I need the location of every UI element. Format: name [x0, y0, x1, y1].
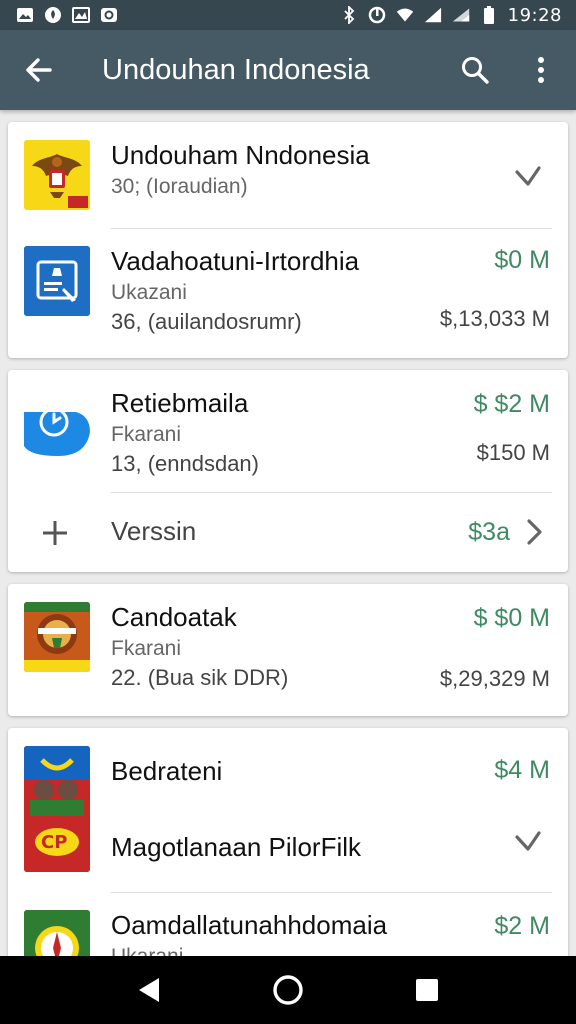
chevron-right-icon[interactable] — [512, 159, 544, 191]
chevron-right-icon[interactable] — [512, 824, 544, 856]
wifi-icon — [396, 7, 414, 23]
status-right-icons: 19:28 — [340, 5, 562, 26]
card-4: CP Bedrateni $4 M Magotlanaan PilorFilk — [8, 728, 568, 956]
chevron-right-icon[interactable] — [518, 516, 550, 548]
compass-icon — [24, 910, 90, 956]
list-item[interactable]: Verssin $3a — [8, 492, 568, 572]
nav-home-icon — [273, 975, 303, 1005]
clock-time: 19:28 — [507, 4, 562, 26]
price-bottom: $,29,329 M — [439, 666, 550, 691]
item-sub: Fkarani — [111, 637, 182, 660]
app-icon — [100, 7, 118, 23]
card-3: Candoatak Fkarani 22. (Bua sik DDR) $ $0… — [8, 584, 568, 716]
app-list[interactable]: Undouham Nndonesia 30; (Ioraudian) Vadah… — [0, 110, 576, 956]
price-top: $4 M — [494, 756, 550, 784]
signal-data-icon — [452, 7, 470, 23]
price-top: $ $2 M — [473, 390, 550, 418]
price-bottom: $150 M — [476, 440, 550, 465]
list-item[interactable]: Retiebmaila Fkarani 13, (enndsdan) $ $2 … — [8, 370, 568, 492]
app-bar: Undouhan Indonesia — [0, 30, 576, 110]
list-item[interactable]: Candoatak Fkarani 22. (Bua sik DDR) $ $0… — [8, 584, 568, 716]
item-name: Magotlanaan PilorFilk — [111, 832, 362, 862]
nav-home-button[interactable] — [258, 960, 318, 1020]
page-title: Undouhan Indonesia — [102, 53, 370, 86]
arrow-left-icon — [26, 58, 52, 82]
movie-poster-icon: CP — [24, 746, 90, 872]
back-button[interactable] — [0, 30, 76, 110]
card-1: Undouham Nndonesia 30; (Ioraudian) Vadah… — [8, 122, 568, 358]
nav-recents-button[interactable] — [397, 960, 457, 1020]
item-name: Bedrateni — [111, 756, 223, 786]
clock-icon — [24, 388, 90, 458]
garuda-emblem-icon — [24, 140, 90, 210]
status-left-icons — [16, 7, 118, 23]
list-item[interactable]: CP Bedrateni $4 M Magotlanaan PilorFilk — [8, 728, 568, 888]
overflow-menu-button[interactable] — [508, 30, 574, 110]
item-name: Undouham Nndonesia — [111, 140, 370, 170]
price-top: $2 M — [494, 912, 550, 940]
list-item[interactable]: Vadahoatuni-Irtordhia Ukazani 36, (auila… — [8, 228, 568, 358]
navigation-bar — [0, 956, 576, 1024]
price-bottom: $,13,033 M — [439, 306, 550, 331]
price-top: $0 M — [494, 246, 550, 274]
item-name: Oamdallatunahhdomaia — [111, 910, 388, 940]
notification-icon — [44, 7, 62, 23]
item-sub: 30; (Ioraudian) — [111, 175, 248, 198]
gallery-icon — [16, 7, 34, 23]
nav-recents-icon — [415, 979, 438, 1001]
document-edit-icon — [24, 246, 90, 316]
card-2: Retiebmaila Fkarani 13, (enndsdan) $ $2 … — [8, 370, 568, 572]
food-poster-icon — [24, 602, 90, 672]
signal-icon — [424, 7, 442, 23]
svg-text:CP: CP — [41, 832, 67, 853]
item-sub: Ukazani — [111, 281, 187, 304]
search-icon — [462, 57, 489, 84]
item-sub: Ukarani — [111, 945, 552, 956]
list-item[interactable]: Oamdallatunahhdomaia Ukarani $2 M — [8, 892, 568, 956]
alarm-icon — [368, 6, 386, 24]
item-name: Vadahoatuni-Irtordhia — [111, 246, 360, 276]
nav-back-icon — [139, 978, 160, 1002]
status-bar: 19:28 — [0, 0, 576, 30]
list-item[interactable]: Undouham Nndonesia 30; (Ioraudian) — [8, 122, 568, 228]
nav-back-button[interactable] — [119, 960, 179, 1020]
bluetooth-icon — [340, 6, 358, 24]
plus-icon[interactable] — [40, 518, 70, 548]
photo-icon — [72, 7, 90, 23]
search-button[interactable] — [442, 30, 508, 110]
price-top: $ $0 M — [473, 604, 550, 632]
more-vert-icon — [538, 57, 544, 83]
battery-icon — [480, 6, 498, 24]
price-top: $3a — [468, 518, 510, 546]
